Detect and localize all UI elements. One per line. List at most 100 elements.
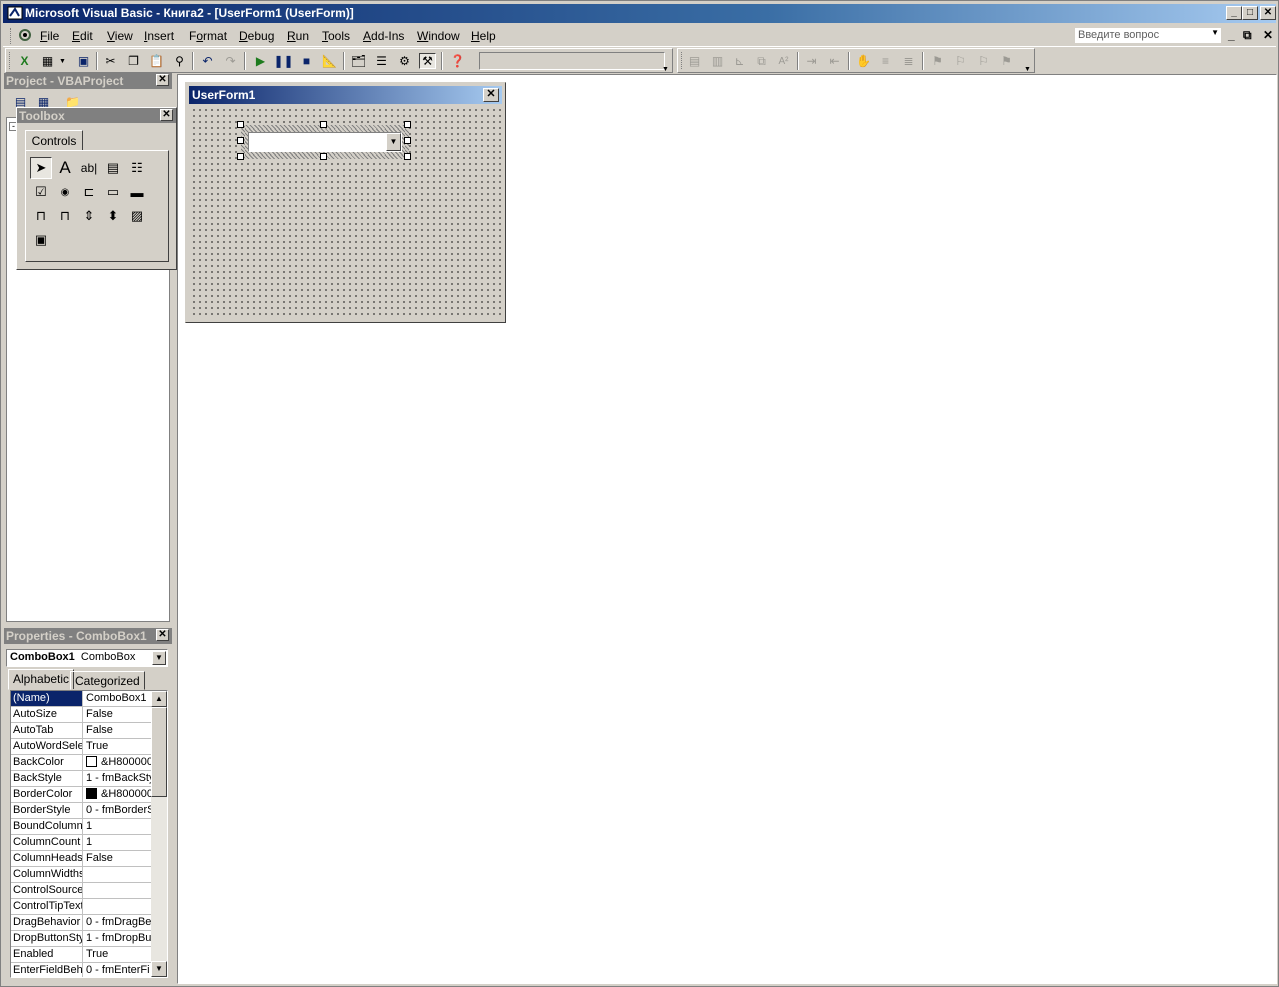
object-browser-icon[interactable]: ⚙ — [396, 53, 413, 69]
tab-categorized[interactable]: Categorized — [70, 671, 145, 690]
property-name[interactable]: (Name) — [11, 691, 83, 706]
ask-question-box[interactable]: Введите вопрос ▼ — [1074, 27, 1222, 44]
property-row[interactable]: BackStyle 1 - fmBackSty — [11, 771, 151, 787]
bring-to-front-icon[interactable]: ▤ — [686, 53, 703, 69]
menu-addins[interactable]: Add-Ins — [363, 29, 404, 43]
property-value[interactable]: &H800000 — [84, 787, 151, 802]
property-row[interactable]: ControlTipText — [11, 899, 151, 915]
property-name[interactable]: ColumnHeads — [11, 851, 83, 866]
mdi-restore-icon[interactable]: ⧉ — [1243, 28, 1252, 43]
property-name[interactable]: AutoTab — [11, 723, 83, 738]
resize-handle[interactable] — [237, 121, 244, 128]
menu-insert[interactable]: Insert — [144, 29, 174, 43]
cut-icon[interactable]: ✂ — [102, 53, 119, 69]
property-value[interactable]: 1 — [84, 819, 151, 834]
resize-handle[interactable] — [237, 137, 244, 144]
checkbox-tool-icon[interactable]: ☑ — [30, 181, 52, 203]
property-value[interactable]: True — [84, 947, 151, 962]
menu-help[interactable]: Help — [471, 29, 496, 43]
commandbutton-tool-icon[interactable]: ▬ — [126, 181, 148, 203]
textbox-tool-icon[interactable]: ab| — [78, 157, 100, 179]
previous-bookmark-icon[interactable]: ⚐ — [975, 53, 992, 69]
find-icon[interactable]: ⚲ — [171, 53, 188, 69]
next-bookmark-icon[interactable]: ⚐ — [952, 53, 969, 69]
project-explorer-icon[interactable]: 🗂 — [350, 53, 367, 69]
toggle-breakpoint-icon[interactable]: ✋ — [855, 53, 872, 69]
combobox1-control[interactable]: ▼ — [248, 132, 402, 152]
userform-designer[interactable]: UserForm1 ✕ ▼ — [185, 82, 506, 323]
properties-window-icon[interactable]: ☰ — [373, 53, 390, 69]
property-name[interactable]: Enabled — [11, 947, 83, 962]
property-name[interactable]: ControlTipText — [11, 899, 83, 914]
userform-title-bar[interactable]: UserForm1 ✕ — [189, 86, 502, 104]
spinbutton-tool-icon[interactable]: ⬍ — [102, 205, 124, 227]
resize-handle[interactable] — [404, 153, 411, 160]
listbox-tool-icon[interactable]: ☷ — [126, 157, 148, 179]
resize-handle[interactable] — [320, 121, 327, 128]
close-icon[interactable]: ✕ — [156, 629, 169, 641]
paste-icon[interactable]: 📋 — [148, 53, 165, 69]
resize-handle[interactable] — [404, 121, 411, 128]
property-name[interactable]: DragBehavior — [11, 915, 83, 930]
property-row[interactable]: EnterFieldBeha 0 - fmEnterFi — [11, 963, 151, 977]
resize-handle[interactable] — [320, 153, 327, 160]
optionbutton-tool-icon[interactable]: ◉ — [54, 181, 76, 203]
property-row[interactable]: BorderStyle 0 - fmBorderS — [11, 803, 151, 819]
userform-grid-surface[interactable]: ▼ — [189, 105, 502, 319]
property-value[interactable]: False — [84, 707, 151, 722]
reset-icon[interactable]: ■ — [298, 53, 315, 69]
clear-bookmarks-icon[interactable]: ⚑ — [998, 53, 1015, 69]
outdent-icon[interactable]: ⇤ — [826, 53, 843, 69]
view-excel-icon[interactable]: X — [16, 53, 33, 69]
select-objects-icon[interactable]: ➤ — [30, 157, 52, 179]
property-name[interactable]: EnterFieldBeha — [11, 963, 83, 977]
property-row[interactable]: BorderColor &H800000 — [11, 787, 151, 803]
property-name[interactable]: AutoWordSele — [11, 739, 83, 754]
chevron-down-icon[interactable]: ▼ — [1211, 28, 1219, 37]
zoom-icon[interactable]: A² — [775, 53, 792, 69]
property-name[interactable]: BackStyle — [11, 771, 83, 786]
copy-icon[interactable]: ❐ — [125, 53, 142, 69]
close-icon[interactable]: ✕ — [1260, 6, 1276, 20]
comment-block-icon[interactable]: ≡ — [877, 53, 894, 69]
property-name[interactable]: DropButtonSty — [11, 931, 83, 946]
menu-debug[interactable]: Debug — [239, 29, 274, 43]
property-value[interactable]: 1 — [84, 835, 151, 850]
property-row[interactable]: AutoTab False — [11, 723, 151, 739]
property-value[interactable]: ComboBox1 — [84, 691, 151, 706]
break-icon[interactable]: ❚❚ — [273, 53, 293, 69]
image-tool-icon[interactable]: ▨ — [126, 205, 148, 227]
scroll-up-icon[interactable]: ▲ — [151, 691, 167, 707]
menu-run[interactable]: Run — [287, 29, 309, 43]
property-name[interactable]: BackColor — [11, 755, 83, 770]
form-designer-workspace[interactable]: UserForm1 ✕ ▼ — [177, 74, 1277, 984]
property-name[interactable]: ColumnWidths — [11, 867, 83, 882]
refedit-tool-icon[interactable]: ▣ — [30, 229, 52, 251]
property-value[interactable]: False — [84, 723, 151, 738]
redo-icon[interactable]: ↷ — [222, 53, 239, 69]
minimize-icon[interactable]: _ — [1226, 6, 1242, 20]
toolbar-grip[interactable] — [681, 52, 684, 69]
maximize-icon[interactable]: □ — [1242, 6, 1258, 20]
mdi-close-icon[interactable]: ✕ — [1263, 28, 1273, 42]
property-value[interactable]: True — [84, 739, 151, 754]
chevron-down-icon[interactable]: ▼ — [386, 133, 401, 151]
send-to-back-icon[interactable]: ▥ — [709, 53, 726, 69]
group-icon[interactable]: ⧉ — [753, 53, 770, 69]
mdi-minimize-icon[interactable]: _ — [1228, 28, 1235, 42]
close-icon[interactable]: ✕ — [483, 88, 499, 102]
property-row[interactable]: ColumnWidths — [11, 867, 151, 883]
frame-tool-icon[interactable]: ▭ — [102, 181, 124, 203]
property-row[interactable]: AutoSize False — [11, 707, 151, 723]
bookmark-icon[interactable]: ⚑ — [929, 53, 946, 69]
uncomment-block-icon[interactable]: ≣ — [900, 53, 917, 69]
togglebutton-tool-icon[interactable]: ⊏ — [78, 181, 100, 203]
property-value[interactable]: 0 - fmEnterFi — [84, 963, 151, 977]
property-name[interactable]: ControlSource — [11, 883, 83, 898]
resize-handle[interactable] — [404, 137, 411, 144]
close-icon[interactable]: ✕ — [156, 74, 169, 86]
menu-tools[interactable]: Tools — [322, 29, 350, 43]
indent-icon[interactable]: ⇥ — [803, 53, 820, 69]
run-icon[interactable]: ▶ — [252, 53, 269, 69]
property-name[interactable]: BoundColumn — [11, 819, 83, 834]
